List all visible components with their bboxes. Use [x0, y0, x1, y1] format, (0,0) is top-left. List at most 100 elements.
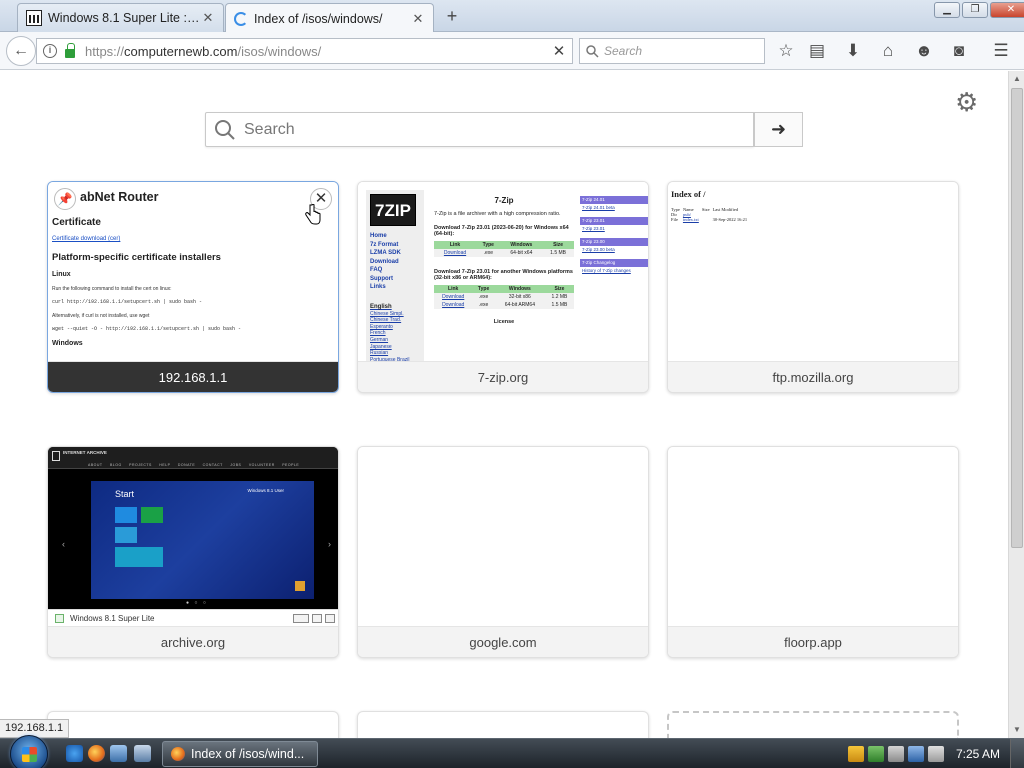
7zip-table-2: Link Type Windows Size Download .exe 32-bit x… [434, 285, 574, 309]
vertical-scrollbar[interactable]: ▲ ▼ [1008, 71, 1024, 738]
tile-google[interactable]: google.com [357, 446, 649, 658]
7zip-news-link: 7-Zip 24.01 beta [582, 205, 615, 210]
7zip-lang-item: Esperanto [370, 323, 393, 330]
browser-search-box[interactable]: Search [579, 38, 765, 64]
device-icon[interactable] [887, 746, 904, 762]
tile-empty[interactable] [47, 711, 339, 738]
ftp-title: Index of / [671, 189, 706, 199]
7zip-nav-item: FAQ [370, 267, 383, 273]
7zip-lang-item: Russian [370, 350, 389, 357]
windows-taskbar: Index of /isos/wind... 7:25 AM [0, 735, 1024, 768]
tile-label: 7-zip.org [358, 361, 648, 392]
close-tab-icon[interactable]: ✕ [201, 10, 215, 26]
scroll-up-icon[interactable]: ▲ [1009, 71, 1024, 87]
clock[interactable]: 7:25 AM [956, 747, 1000, 761]
win81-screen: Start Windows 8.1 User [91, 481, 314, 599]
tab-title: Index of /isos/windows/ [254, 11, 383, 26]
nav-toolbar: ← i https://computernewb.com/isos/window… [0, 32, 1024, 70]
router-p1: Run the following command to install the… [52, 286, 172, 292]
7zip-title: 7-Zip [494, 196, 514, 205]
menu-icon[interactable]: ☰ [990, 40, 1012, 62]
router-title: abNet Router [80, 190, 159, 204]
volume-muted-icon[interactable] [927, 746, 944, 762]
gear-icon[interactable]: ⚙ [955, 87, 978, 118]
tile-7zip[interactable]: 7ZIP Home 7z Format LZMA SDK Download FAQ Sup… [357, 181, 649, 393]
tile-thumbnail [668, 447, 958, 627]
7zip-lang-label: English [370, 304, 392, 310]
switch-windows-icon[interactable] [134, 745, 151, 762]
router-p2: Alternatively, if curl is not installed,… [52, 313, 150, 319]
url-text[interactable]: https://computernewb.com/isos/windows/ [85, 44, 546, 59]
tile-thumbnail: Index of / Type Name Size Last Modified Dir… [668, 182, 958, 362]
7zip-news-link: 7-Zip 23.00 beta [582, 247, 615, 252]
security-shield-icon[interactable] [847, 746, 864, 762]
close-tab-icon[interactable]: ✕ [411, 11, 425, 27]
chevron-left-icon[interactable]: ‹ [62, 539, 65, 549]
stop-loading-icon[interactable]: ✕ [546, 42, 572, 60]
tab-archive[interactable]: Windows 8.1 Super Lite : c... ✕ [17, 3, 224, 32]
7zip-nav: Home 7z Format LZMA SDK Download FAQ Support L… [370, 232, 401, 292]
home-icon[interactable]: ⌂ [877, 40, 899, 62]
7zip-dl2: Download 7-Zip 23.01 for another Windows… [434, 269, 573, 281]
tile-ftp-mozilla[interactable]: Index of / Type Name Size Last Modified Dir… [667, 181, 959, 393]
tile-label: floorp.app [668, 626, 958, 657]
newtab-search-input[interactable]: Search [205, 112, 754, 147]
7zip-news-link: History of 7-Zip changes [582, 268, 631, 273]
7zip-nav-item: Links [370, 284, 386, 290]
bookmark-star-icon[interactable]: ☆ [775, 40, 797, 62]
tile-placeholder [667, 711, 959, 738]
site-info-icon[interactable]: i [43, 44, 57, 58]
downloads-icon[interactable]: ⬇ [842, 40, 864, 62]
archive-menu: ABOUT BLOG PROJECTS HELP DONATE CONTACT … [88, 463, 300, 467]
chat-icon[interactable]: ☻ [913, 40, 935, 62]
archive-footer: Windows 8.1 Super Lite [48, 609, 338, 627]
7zip-lang-item: Chinese Trad. [370, 317, 402, 324]
tile-router[interactable]: abNet Router Certificate Certificate dow… [47, 181, 339, 393]
7zip-languages: English Chinese Simpl. Chinese Trad. Esper… [370, 304, 409, 362]
tile-thumbnail [358, 447, 648, 627]
search-go-button[interactable]: ➜ [754, 112, 803, 147]
start-button[interactable] [10, 735, 48, 768]
show-desktop-icon[interactable] [110, 745, 127, 762]
7zip-nav-item: 7z Format [370, 241, 399, 248]
restore-button[interactable]: ❐ [962, 2, 988, 18]
ftp-table: Type Name Size Last Modified Dir pub/ File in… [671, 207, 748, 222]
task-label: Index of /isos/wind... [191, 747, 305, 761]
newtab-page: ⚙ Search ➜ abNet Router Certificate Cert… [0, 71, 1008, 738]
bookmarks-list-icon[interactable]: ▤ [806, 40, 828, 62]
7zip-license: License [493, 319, 515, 325]
url-bar[interactable]: i https://computernewb.com/isos/windows/… [36, 38, 573, 64]
firefox-icon[interactable] [88, 745, 105, 762]
tile-thumbnail: abNet Router Certificate Certificate dow… [48, 182, 338, 362]
action-center-icon[interactable] [867, 746, 884, 762]
tile-label: ftp.mozilla.org [668, 361, 958, 392]
tile-floorp[interactable]: floorp.app [667, 446, 959, 658]
tile-archive[interactable]: INTERNET ARCHIVE ABOUT BLOG PROJECTS HEL… [47, 446, 339, 658]
pin-icon[interactable]: 📌 [54, 188, 76, 210]
carousel-dots: ● ○ ○ [186, 600, 208, 606]
window-icon [55, 614, 64, 623]
tab-strip: Windows 8.1 Super Lite : c... ✕ Index of… [0, 0, 1024, 33]
new-tab-button[interactable]: + [442, 6, 462, 26]
back-button[interactable]: ← [6, 36, 36, 66]
router-cmd2: wget --quiet -O - http://192.168.1.1/set… [52, 326, 242, 332]
7zip-nav-item: LZMA SDK [370, 250, 401, 256]
ie-icon[interactable] [66, 745, 83, 762]
scroll-down-icon[interactable]: ▼ [1009, 722, 1024, 738]
7zip-nav-item: Download [370, 258, 399, 265]
minimize-button[interactable]: ▁ [934, 2, 960, 18]
router-linux: Linux [52, 271, 71, 278]
7zip-table-1: Link Type Windows Size Download .exe 64-bit x… [434, 241, 574, 257]
window-controls: ▁ ❐ ✕ [934, 2, 1024, 18]
tab-index-of-isos[interactable]: Index of /isos/windows/ ✕ [225, 3, 434, 33]
pocket-icon[interactable]: ◙ [948, 40, 970, 62]
chevron-right-icon[interactable]: › [328, 539, 331, 549]
network-icon[interactable] [907, 746, 924, 762]
scrollbar-thumb[interactable] [1011, 88, 1023, 548]
close-window-button[interactable]: ✕ [990, 2, 1024, 18]
taskbar-firefox-window[interactable]: Index of /isos/wind... [162, 741, 318, 767]
show-desktop-button[interactable] [1010, 739, 1024, 768]
tile-label: 192.168.1.1 [48, 361, 338, 392]
7zip-news-bar: 7-Zip Changelog [580, 259, 648, 267]
tile-empty[interactable] [357, 711, 649, 738]
